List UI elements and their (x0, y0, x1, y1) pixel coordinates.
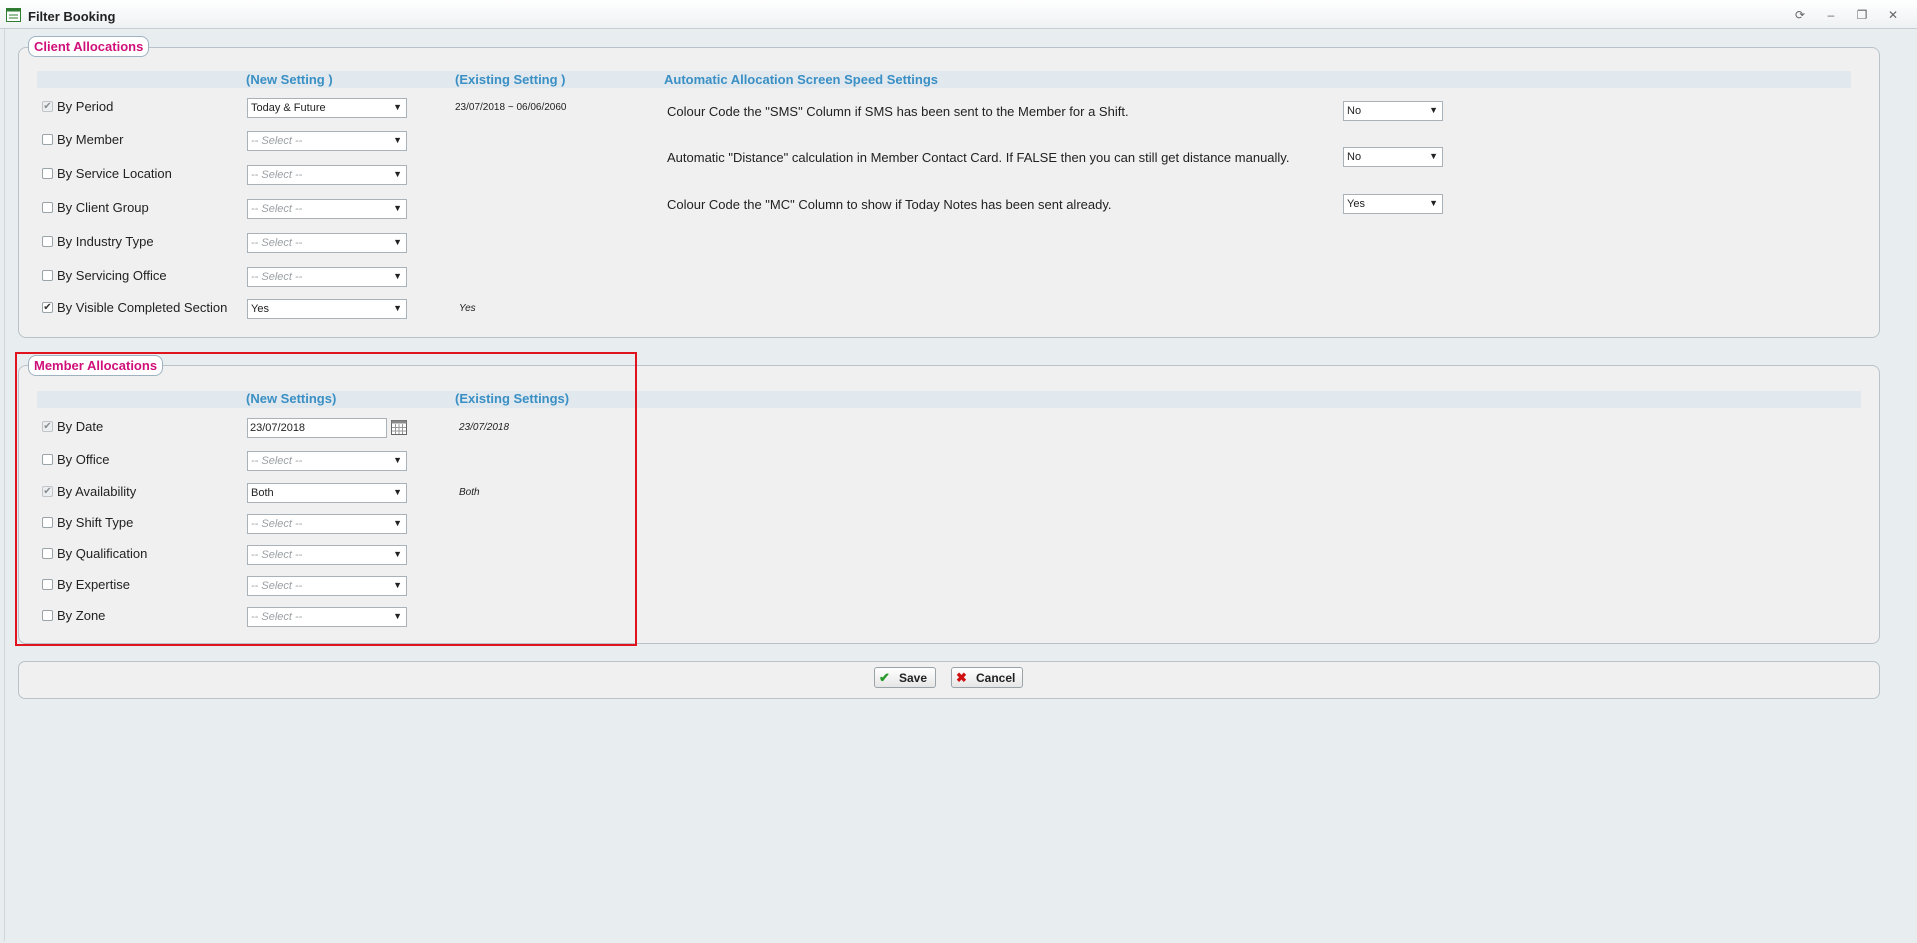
client-row-checkbox: ✔ (42, 101, 53, 112)
client-row-label: By Visible Completed Section (57, 300, 228, 315)
speed-setting-sms-label: Colour Code the "SMS" Column if SMS has … (667, 104, 1129, 119)
chevron-down-icon: ▼ (393, 303, 402, 313)
client-row-label: By Industry Type (57, 234, 154, 249)
client-row-checkbox[interactable] (42, 134, 53, 145)
chevron-down-icon: ▼ (1429, 198, 1438, 208)
chevron-down-icon: ▼ (1429, 105, 1438, 115)
client-new-setting-header: (New Setting ) (246, 72, 333, 87)
window-title: Filter Booking (28, 9, 116, 24)
maximize-button[interactable]: ❐ (1853, 7, 1871, 23)
speed-setting-distance-select[interactable]: No ▼ (1343, 147, 1443, 167)
client-row-select[interactable]: -- Select -- ▼ (247, 233, 407, 253)
client-existing-setting-header: (Existing Setting ) (455, 72, 566, 87)
speed-settings-header: Automatic Allocation Screen Speed Settin… (664, 72, 939, 87)
x-icon: ✖ (956, 670, 967, 685)
client-row-checkbox[interactable] (42, 202, 53, 213)
window-icon (6, 8, 21, 22)
window-titlebar: Filter Booking ⟳ ‒ ❐ ✕ (0, 0, 1917, 29)
button-bar (18, 661, 1880, 699)
chevron-down-icon: ▼ (1429, 151, 1438, 161)
client-row-label: By Period (57, 99, 114, 114)
speed-setting-mc-label: Colour Code the "MC" Column to show if T… (667, 197, 1112, 212)
client-row-label: By Client Group (57, 200, 149, 215)
chevron-down-icon: ▼ (393, 135, 402, 145)
speed-setting-mc-select[interactable]: Yes ▼ (1343, 194, 1443, 214)
client-row-label: By Member (57, 132, 124, 147)
client-row-checkbox[interactable] (42, 236, 53, 247)
chevron-down-icon: ▼ (393, 102, 402, 112)
client-row-select[interactable]: -- Select -- ▼ (247, 131, 407, 151)
client-row-label: By Servicing Office (57, 268, 167, 283)
client-row-select[interactable]: Yes ▼ (247, 299, 407, 319)
client-row-checkbox[interactable]: ✔ (42, 302, 53, 313)
client-row-select[interactable]: -- Select -- ▼ (247, 165, 407, 185)
minimize-button[interactable]: ‒ (1822, 7, 1840, 23)
speed-setting-distance-label: Automatic "Distance" calculation in Memb… (667, 150, 1290, 165)
client-row-select[interactable]: -- Select -- ▼ (247, 199, 407, 219)
speed-setting-sms-select[interactable]: No ▼ (1343, 101, 1443, 121)
save-button[interactable]: ✔ Save (874, 667, 936, 688)
client-row-checkbox[interactable] (42, 168, 53, 179)
chevron-down-icon: ▼ (393, 169, 402, 179)
chevron-down-icon: ▼ (393, 203, 402, 213)
checkmark-icon: ✔ (879, 670, 890, 685)
client-row-select[interactable]: -- Select -- ▼ (247, 267, 407, 287)
client-row-label: By Service Location (57, 166, 172, 181)
client-row-checkbox[interactable] (42, 270, 53, 281)
client-row-select[interactable]: Today & Future ▼ (247, 98, 407, 118)
chevron-down-icon: ▼ (393, 237, 402, 247)
cancel-button[interactable]: ✖ Cancel (951, 667, 1023, 688)
client-allocations-legend: Client Allocations (28, 36, 150, 57)
refresh-icon[interactable]: ⟳ (1791, 7, 1809, 23)
close-button[interactable]: ✕ (1884, 7, 1902, 23)
client-row-existing-value: 23/07/2018 ~ 06/06/2060 (455, 102, 567, 113)
client-row-existing-value: Yes (459, 303, 476, 314)
chevron-down-icon: ▼ (393, 271, 402, 281)
client-allocations-group (18, 47, 1880, 338)
highlight-box (15, 352, 637, 646)
